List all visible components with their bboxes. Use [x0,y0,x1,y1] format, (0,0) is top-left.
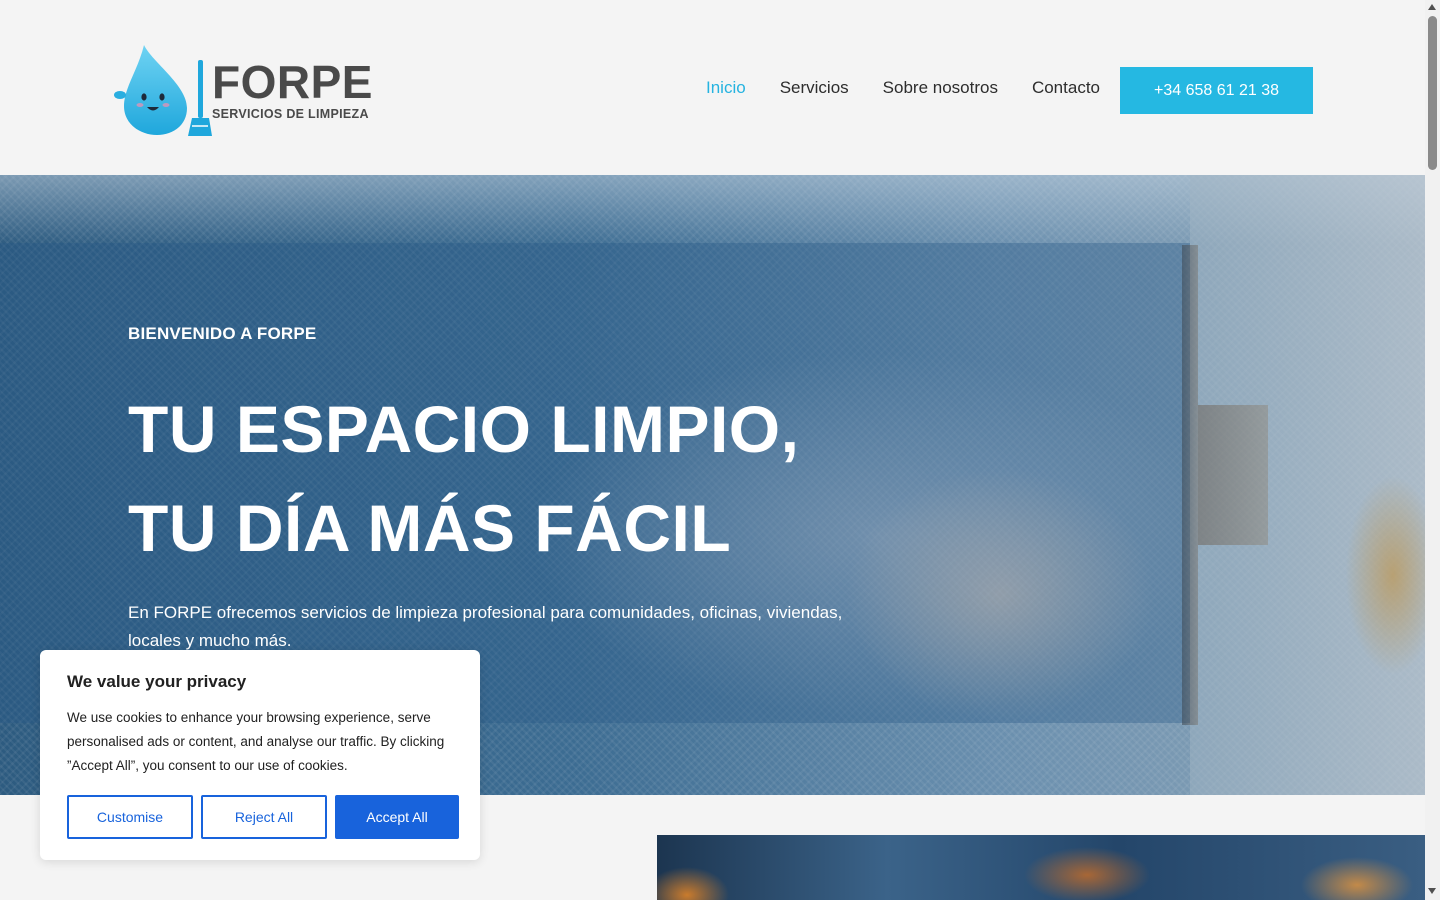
logo-subtitle: SERVICIOS DE LIMPIEZA [212,107,369,121]
hero-title-line-2: TU DÍA MÁS FÁCIL [128,491,732,565]
reject-all-button[interactable]: Reject All [201,795,327,839]
scrollbar-thumb[interactable] [1428,16,1437,170]
logo-title: FORPE [212,56,373,108]
squeegee-handle [1198,405,1268,545]
hand-image [1345,475,1425,675]
customise-button[interactable]: Customise [67,795,193,839]
squeegee-blade [1182,245,1198,725]
nav-item-contacto[interactable]: Contacto [1032,78,1100,98]
nav-item-servicios[interactable]: Servicios [780,78,849,98]
cookie-buttons: Customise Reject All Accept All [67,795,459,839]
accept-all-button[interactable]: Accept All [335,795,459,839]
phone-button[interactable]: +34 658 61 21 38 [1120,67,1313,114]
cookie-title: We value your privacy [67,672,247,691]
water-drop-mascot-icon [112,40,212,140]
hero-eyebrow: BIENVENIDO A FORPE [128,324,317,343]
scroll-up-arrow-icon[interactable] [1428,4,1436,10]
cookie-text: We use cookies to enhance your browsing … [67,710,445,773]
section-image [657,835,1425,900]
page-scrollbar[interactable] [1425,0,1440,900]
hero-description: En FORPE ofrecemos servicios de limpieza… [128,603,843,650]
nav-item-inicio[interactable]: Inicio [706,78,746,98]
cookie-consent-banner: We value your privacy We use cookies to … [40,650,480,860]
main-nav: Inicio Servicios Sobre nosotros Contacto [706,78,1100,98]
logo-text: FORPE SERVICIOS DE LIMPIEZA [212,59,373,121]
nav-item-sobre-nosotros[interactable]: Sobre nosotros [883,78,998,98]
hero-title-line-1: TU ESPACIO LIMPIO, [128,392,800,466]
scroll-down-arrow-icon[interactable] [1428,888,1436,894]
site-header: FORPE SERVICIOS DE LIMPIEZA Inicio Servi… [0,0,1425,175]
logo[interactable]: FORPE SERVICIOS DE LIMPIEZA [112,40,372,140]
hero-title: TU ESPACIO LIMPIO, TU DÍA MÁS FÁCIL [128,380,799,578]
